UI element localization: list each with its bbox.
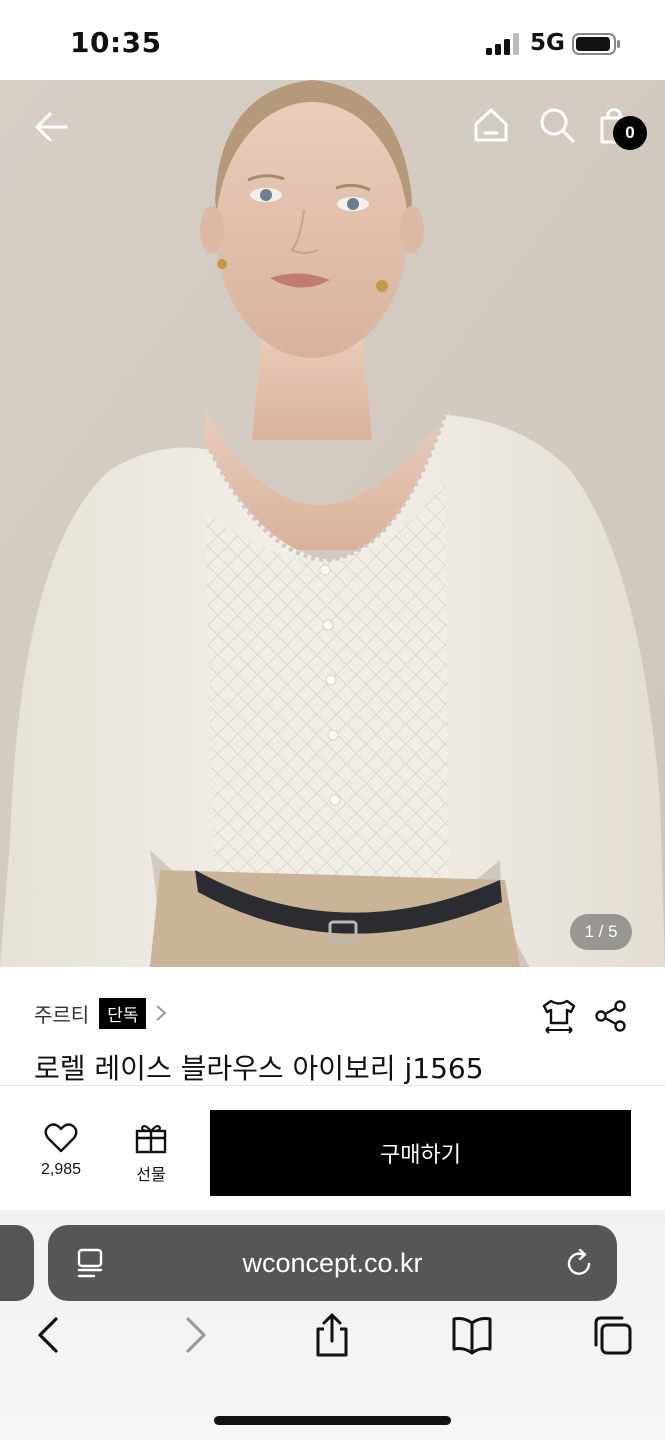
gift-icon [135,1125,167,1154]
home-icon[interactable] [470,104,512,146]
size-guide-icon[interactable] [540,997,578,1035]
share-icon[interactable] [594,999,628,1033]
like-button[interactable]: 2,985 [30,1122,92,1186]
gift-button[interactable]: 선물 [124,1122,178,1186]
gift-label: 선물 [136,1165,166,1184]
search-icon[interactable] [536,104,578,146]
chevron-right-icon [156,1005,168,1021]
address-bar[interactable]: wconcept.co.kr [48,1225,617,1301]
browser-tabs-icon[interactable] [590,1313,634,1357]
brand-link[interactable]: 주르티 단독 [34,997,168,1029]
battery-icon [572,33,620,55]
heart-icon [44,1123,78,1153]
browser-bookmarks-icon[interactable] [450,1313,494,1357]
status-time: 10:35 [70,26,162,59]
reload-icon[interactable] [563,1247,595,1279]
previous-tab-edge[interactable] [0,1225,34,1301]
network-label: 5G [530,30,565,56]
status-bar: 10:35 5G [0,0,665,80]
browser-back-icon[interactable] [28,1313,72,1357]
like-count: 2,985 [40,1161,82,1178]
buy-button[interactable]: 구매하기 [210,1110,631,1196]
browser-share-icon[interactable] [310,1313,354,1357]
browser-forward-icon[interactable] [172,1313,216,1357]
product-photo [0,80,665,967]
cart-count-badge: 0 [613,116,647,150]
image-page-indicator: 1 / 5 [570,914,632,950]
back-arrow-icon[interactable] [30,106,72,148]
product-image-carousel[interactable]: 0 1 / 5 [0,80,665,967]
brand-name[interactable]: 주르티 [34,999,89,1028]
home-indicator [214,1416,451,1425]
product-info: 주르티 단독 로렐 레이스 블라우스 아이보리 j1565 [0,967,665,1085]
product-title: 로렐 레이스 블라우스 아이보리 j1565 [34,1052,484,1085]
signal-bars-icon [486,33,519,55]
url-text[interactable]: wconcept.co.kr [48,1225,617,1301]
purchase-action-bar: 2,985 선물 구매하기 [0,1085,665,1210]
exclusive-badge: 단독 [99,997,147,1029]
